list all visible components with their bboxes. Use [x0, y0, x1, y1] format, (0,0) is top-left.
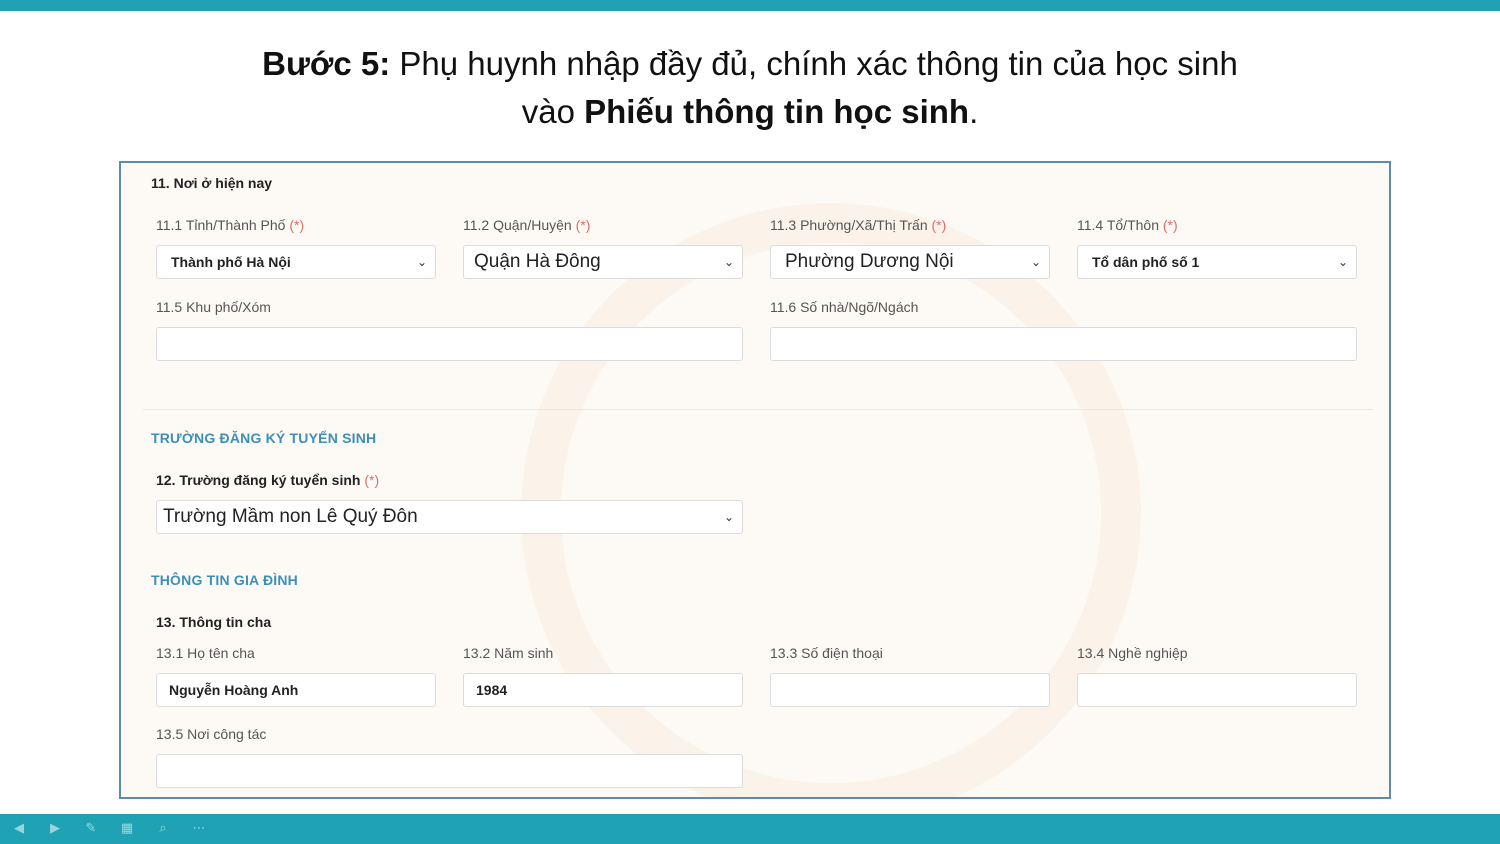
bottom-toolbar — [0, 814, 1500, 844]
district-value: Quận Hà Đông — [474, 251, 601, 272]
section-divider — [143, 409, 1373, 410]
school-section-heading: TRƯỜNG ĐĂNG KÝ TUYỂN SINH — [151, 430, 377, 446]
title-prefix: vào — [521, 93, 585, 130]
hamlet-select[interactable]: Tổ dân phố số 1 ⌄ — [1077, 245, 1357, 279]
workplace-input[interactable] — [156, 754, 743, 788]
chevron-down-icon: ⌄ — [416, 255, 428, 269]
family-section-heading: THÔNG TIN GIA ĐÌNH — [151, 572, 298, 588]
father-name-input[interactable]: Nguyễn Hoàng Anh — [156, 673, 436, 707]
ward-label: 11.3 Phường/Xã/Thị Trấn (*) — [770, 217, 946, 233]
province-label: 11.1 Tỉnh/Thành Phố (*) — [156, 217, 304, 233]
step-label: Bước 5: — [262, 45, 391, 82]
birth-year-input[interactable]: 1984 — [463, 673, 743, 707]
district-select[interactable]: Quận Hà Đông ⌄ — [463, 245, 743, 279]
workplace-label: 13.5 Nơi công tác — [156, 726, 267, 742]
ward-label-text: 11.3 Phường/Xã/Thị Trấn — [770, 217, 928, 233]
province-label-text: 11.1 Tỉnh/Thành Phố — [156, 217, 286, 233]
quarter-input[interactable] — [156, 327, 743, 361]
prev-icon[interactable]: ◀ — [6, 816, 32, 840]
page-title: Bước 5: Phụ huynh nhập đầy đủ, chính xác… — [0, 40, 1500, 136]
required-mark: (*) — [931, 217, 947, 233]
zoom-icon[interactable]: ⌕ — [150, 816, 176, 840]
required-mark: (*) — [364, 472, 380, 488]
house-label: 11.6 Số nhà/Ngõ/Ngách — [770, 299, 919, 315]
hamlet-value: Tổ dân phố số 1 — [1092, 254, 1200, 270]
pen-icon[interactable]: ✎ — [78, 816, 104, 840]
chevron-down-icon: ⌄ — [1337, 255, 1349, 269]
phone-input[interactable] — [770, 673, 1050, 707]
top-accent-bar — [0, 0, 1500, 11]
father-name-label: 13.1 Họ tên cha — [156, 645, 255, 661]
hamlet-label-text: 11.4 Tổ/Thôn — [1077, 217, 1159, 233]
residence-title: 11. Nơi ở hiện nay — [151, 175, 273, 191]
school-select[interactable]: Trường Mầm non Lê Quý Đôn ⌄ — [156, 500, 743, 534]
form-name: Phiếu thông tin học sinh — [584, 93, 970, 130]
title-suffix: . — [969, 93, 979, 130]
required-mark: (*) — [575, 217, 591, 233]
title-text-1: Phụ huynh nhập đầy đủ, chính xác thông t… — [390, 45, 1238, 82]
ward-value: Phường Dương Nội — [785, 251, 954, 272]
father-info-title: 13. Thông tin cha — [156, 614, 272, 630]
school-value: Trường Mầm non Lê Quý Đôn — [163, 506, 418, 527]
birth-year-value: 1984 — [476, 682, 508, 698]
grid-icon[interactable]: ▦ — [114, 816, 140, 840]
chevron-down-icon: ⌄ — [723, 255, 735, 269]
hamlet-label: 11.4 Tổ/Thôn (*) — [1077, 217, 1178, 233]
title-line-2: vào Phiếu thông tin học sinh. — [0, 88, 1500, 136]
district-label-text: 11.2 Quận/Huyện — [463, 217, 572, 233]
slide-controls: ◀ ▶ ✎ ▦ ⌕ ⋯ — [6, 816, 212, 840]
province-select[interactable]: Thành phố Hà Nội ⌄ — [156, 245, 436, 279]
phone-label: 13.3 Số điện thoại — [770, 645, 883, 661]
father-name-value: Nguyễn Hoàng Anh — [169, 682, 299, 698]
birth-year-label: 13.2 Năm sinh — [463, 645, 554, 661]
school-label-text: 12. Trường đăng ký tuyển sinh — [156, 472, 361, 488]
next-icon[interactable]: ▶ — [42, 816, 68, 840]
district-label: 11.2 Quận/Huyện (*) — [463, 217, 590, 233]
chevron-down-icon: ⌄ — [723, 510, 735, 524]
required-mark: (*) — [1162, 217, 1178, 233]
school-label: 12. Trường đăng ký tuyển sinh (*) — [156, 472, 379, 488]
required-mark: (*) — [289, 217, 305, 233]
more-icon[interactable]: ⋯ — [186, 816, 212, 840]
chevron-down-icon: ⌄ — [1030, 255, 1042, 269]
job-label: 13.4 Nghề nghiệp — [1077, 645, 1188, 661]
house-input[interactable] — [770, 327, 1357, 361]
job-input[interactable] — [1077, 673, 1357, 707]
quarter-label: 11.5 Khu phố/Xóm — [156, 299, 271, 315]
student-info-form: 11. Nơi ở hiện nay 11.1 Tỉnh/Thành Phố (… — [119, 161, 1391, 799]
ward-select[interactable]: Phường Dương Nội ⌄ — [770, 245, 1050, 279]
province-value: Thành phố Hà Nội — [171, 254, 291, 270]
title-line-1: Bước 5: Phụ huynh nhập đầy đủ, chính xác… — [0, 40, 1500, 88]
